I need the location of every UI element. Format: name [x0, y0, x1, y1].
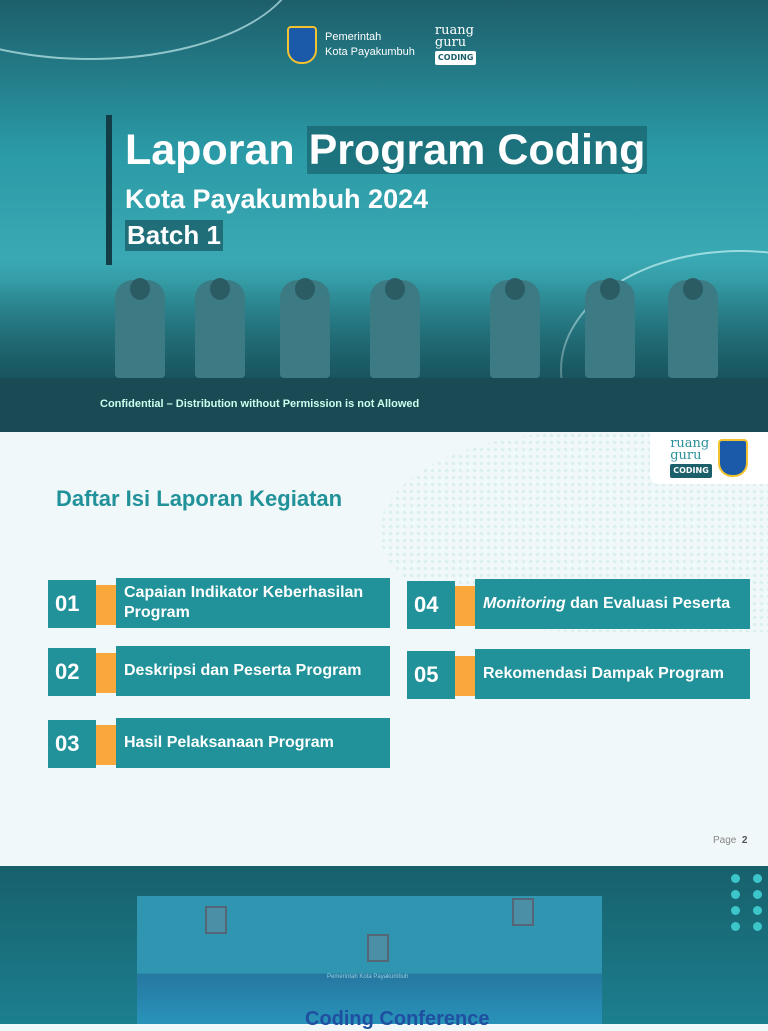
- photo-person: [195, 278, 245, 378]
- toc-item-02[interactable]: 02 Deskripsi dan Peserta Program: [48, 646, 390, 698]
- payakumbuh-crest-icon: [287, 26, 317, 64]
- toc-label: Capaian Indikator Keberhasilan Program: [116, 578, 390, 628]
- page-number: Page 2: [713, 835, 748, 846]
- batch-label: Batch 1: [125, 220, 223, 251]
- confidential-notice: Confidential – Distribution without Perm…: [100, 398, 420, 410]
- toc-label: Hasil Pelaksanaan Program: [116, 718, 390, 768]
- gov-name: Pemerintah Kota Payakumbuh: [325, 31, 415, 58]
- photo-person: [490, 278, 540, 378]
- orange-tab: [455, 586, 475, 626]
- photo-frame: [512, 898, 534, 926]
- photo-person: [280, 278, 330, 378]
- toc-label: Rekomendasi Dampak Program: [475, 649, 750, 699]
- toc-heading: Daftar Isi Laporan Kegiatan: [56, 486, 343, 511]
- ruangguru-logo: ruang guru CODING: [434, 24, 477, 65]
- orange-tab: [455, 656, 475, 696]
- banner-gov: Pemerintah Kota Payakumbuh: [327, 974, 409, 980]
- payakumbuh-crest-icon: [717, 439, 748, 477]
- photo-frame: [367, 934, 389, 962]
- decorative-swoosh: [0, 0, 300, 60]
- ruangguru-logo: ruang guru CODING: [670, 437, 712, 478]
- photo-frame: [205, 906, 227, 934]
- photo-person: [668, 278, 718, 378]
- title-accent-bar: [106, 115, 112, 265]
- toc-item-05[interactable]: 05 Rekomendasi Dampak Program: [407, 649, 750, 701]
- cover-section: Pemerintah Kota Payakumbuh ruang guru CO…: [0, 0, 768, 432]
- report-subtitle: Kota Payakumbuh 2024: [125, 184, 429, 214]
- photo-person: [115, 278, 165, 378]
- toc-label: Monitoring dan Evaluasi Peserta: [475, 579, 750, 629]
- orange-tab: [96, 653, 116, 693]
- conference-photo: Pemerintah Kota Payakumbuh: [0, 866, 768, 1024]
- orange-tab: [96, 725, 116, 765]
- header-logos: Pemerintah Kota Payakumbuh ruang guru CO…: [287, 24, 477, 65]
- report-title: Laporan Program Coding: [125, 126, 648, 174]
- toc-item-01[interactable]: 01 Capaian Indikator Keberhasilan Progra…: [48, 578, 390, 630]
- photo-person: [585, 278, 635, 378]
- orange-tab: [96, 585, 116, 625]
- photo-person: [370, 278, 420, 378]
- corner-logos: ruang guru CODING: [650, 432, 768, 484]
- toc-label: Deskripsi dan Peserta Program: [116, 646, 390, 696]
- decorative-dots: [731, 874, 763, 931]
- toc-item-04[interactable]: 04 Monitoring dan Evaluasi Peserta: [407, 579, 750, 631]
- banner-title: Coding Conference: [305, 1008, 490, 1030]
- toc-item-03[interactable]: 03 Hasil Pelaksanaan Program: [48, 718, 390, 770]
